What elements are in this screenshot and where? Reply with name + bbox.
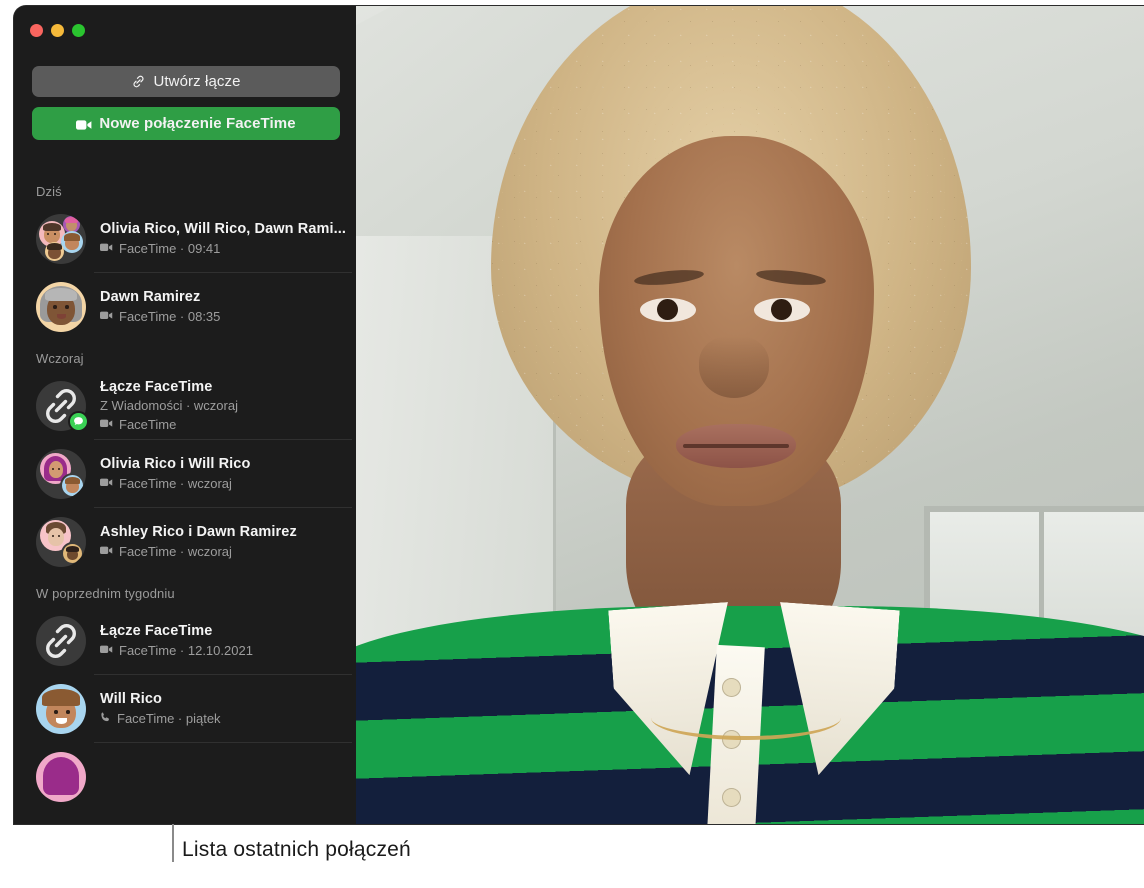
list-item-text: Olivia Rico, Will Rico, Dawn Rami... Fac… — [100, 220, 356, 258]
list-item-meta: FaceTime · 09:41 — [100, 240, 348, 258]
facetime-window: Utwórz łącze Nowe połączenie FaceTime Dz… — [14, 6, 1144, 824]
person — [356, 6, 1144, 824]
new-facetime-call-button[interactable]: Nowe połączenie FaceTime — [32, 107, 340, 140]
list-item-title: Olivia Rico i Will Rico — [100, 455, 251, 472]
avatar — [36, 214, 86, 264]
link-icon — [131, 74, 146, 89]
memoji-will-icon — [36, 684, 86, 734]
avatar — [36, 381, 89, 432]
memoji-dawn-icon — [36, 282, 86, 332]
close-button[interactable] — [30, 24, 43, 37]
shirt-button — [722, 788, 741, 807]
list-item[interactable]: Łącze FaceTime FaceTime · 12.10.2021 — [14, 607, 356, 675]
create-link-button[interactable]: Utwórz łącze — [32, 66, 340, 97]
list-item-meta: FaceTime — [100, 416, 348, 434]
create-link-label: Utwórz łącze — [153, 73, 241, 90]
video-camera-icon — [100, 416, 114, 434]
pair-olivia-will-icon — [36, 449, 86, 499]
video-camera-icon — [100, 642, 114, 660]
video-camera-icon — [100, 543, 114, 561]
sidebar: Utwórz łącze Nowe połączenie FaceTime Dz… — [14, 6, 356, 824]
list-item-text: Łącze FaceTime Z Wiadomości · wczoraj Fa… — [100, 378, 356, 434]
list-item-meta: FaceTime · piątek — [100, 710, 348, 728]
video-camera-icon — [100, 308, 114, 326]
video-camera-icon — [76, 118, 92, 130]
avatar — [36, 517, 86, 567]
list-item-text: Will Rico FaceTime · piątek — [100, 690, 356, 728]
list-item[interactable]: Will Rico FaceTime · piątek — [14, 675, 356, 743]
list-item-meta-text: FaceTime · piątek — [117, 710, 221, 726]
avatar — [36, 616, 86, 666]
eye-right — [754, 298, 810, 322]
list-item-title: Olivia Rico, Will Rico, Dawn Rami... — [100, 220, 346, 237]
list-item-text: Olivia Rico i Will Rico FaceTime · wczor… — [100, 455, 356, 493]
avatar — [36, 752, 86, 802]
eye-left — [640, 298, 696, 322]
list-item-meta: FaceTime · wczoraj — [100, 475, 348, 493]
list-item-meta-text: FaceTime · wczoraj — [119, 475, 232, 491]
list-item-title: Dawn Ramirez — [100, 288, 201, 305]
list-item-meta-text: FaceTime · wczoraj — [119, 543, 232, 559]
group-four-memoji-icon — [36, 214, 86, 264]
window-controls — [30, 24, 85, 37]
screenshot-root: Utwórz łącze Nowe połączenie FaceTime Dz… — [0, 0, 1144, 888]
list-item[interactable]: Łącze FaceTime Z Wiadomości · wczoraj Fa… — [14, 372, 356, 440]
list-item[interactable]: Ashley Rico i Dawn Ramirez FaceTime · wc… — [14, 508, 356, 576]
mouth — [676, 424, 796, 468]
link-icon — [36, 616, 86, 666]
new-facetime-call-label: Nowe połączenie FaceTime — [99, 115, 296, 132]
sidebar-actions: Utwórz łącze Nowe połączenie FaceTime — [32, 66, 340, 140]
necklace — [651, 696, 841, 740]
group-header-yesterday: Wczoraj — [36, 351, 84, 366]
zoom-button[interactable] — [72, 24, 85, 37]
list-item-meta-text: FaceTime · 08:35 — [119, 308, 221, 324]
memoji-olivia-icon — [36, 752, 86, 802]
minimize-button[interactable] — [51, 24, 64, 37]
list-item[interactable]: Olivia Rico i Will Rico FaceTime · wczor… — [14, 440, 356, 508]
video-camera-icon — [100, 475, 114, 493]
list-item-meta-text: FaceTime · 09:41 — [119, 240, 221, 256]
avatar — [36, 449, 86, 499]
recent-calls-list[interactable]: Dziś Olivia Rico, Will Rico, Dawn Rami..… — [14, 174, 356, 824]
pair-ashley-dawn-icon — [36, 517, 86, 567]
list-item-meta: FaceTime · 12.10.2021 — [100, 642, 348, 660]
list-item-text: Dawn Ramirez FaceTime · 08:35 — [100, 288, 356, 326]
list-item[interactable] — [14, 743, 356, 811]
self-view-video[interactable] — [356, 6, 1144, 824]
list-item-title: Ashley Rico i Dawn Ramirez — [100, 523, 297, 540]
avatar — [36, 282, 86, 332]
list-item-meta-text: FaceTime · 12.10.2021 — [119, 642, 253, 658]
list-item-secondary: Z Wiadomości · wczoraj — [100, 398, 238, 414]
video-camera-icon — [100, 240, 114, 258]
shirt-button — [722, 678, 741, 697]
nose — [699, 336, 769, 398]
list-item-text: Łącze FaceTime FaceTime · 12.10.2021 — [100, 622, 356, 660]
list-item-meta-text: FaceTime — [119, 416, 177, 432]
list-item[interactable]: Dawn Ramirez FaceTime · 08:35 — [14, 273, 356, 341]
list-item-title: Will Rico — [100, 690, 162, 707]
list-item-meta: FaceTime · wczoraj — [100, 543, 348, 561]
list-item-title: Łącze FaceTime — [100, 378, 213, 395]
phone-icon — [100, 710, 112, 728]
list-item-meta: FaceTime · 08:35 — [100, 308, 348, 326]
group-header-last-week: W poprzednim tygodniu — [36, 586, 175, 601]
list-item[interactable]: Olivia Rico, Will Rico, Dawn Rami... Fac… — [14, 205, 356, 273]
group-header-today: Dziś — [36, 184, 62, 199]
callout-leader-line — [172, 824, 174, 862]
list-item-text: Ashley Rico i Dawn Ramirez FaceTime · wc… — [100, 523, 356, 561]
avatar — [36, 684, 86, 734]
callout-label: Lista ostatnich połączeń — [182, 838, 411, 861]
list-item-title: Łącze FaceTime — [100, 622, 213, 639]
messages-badge-icon — [68, 411, 89, 432]
